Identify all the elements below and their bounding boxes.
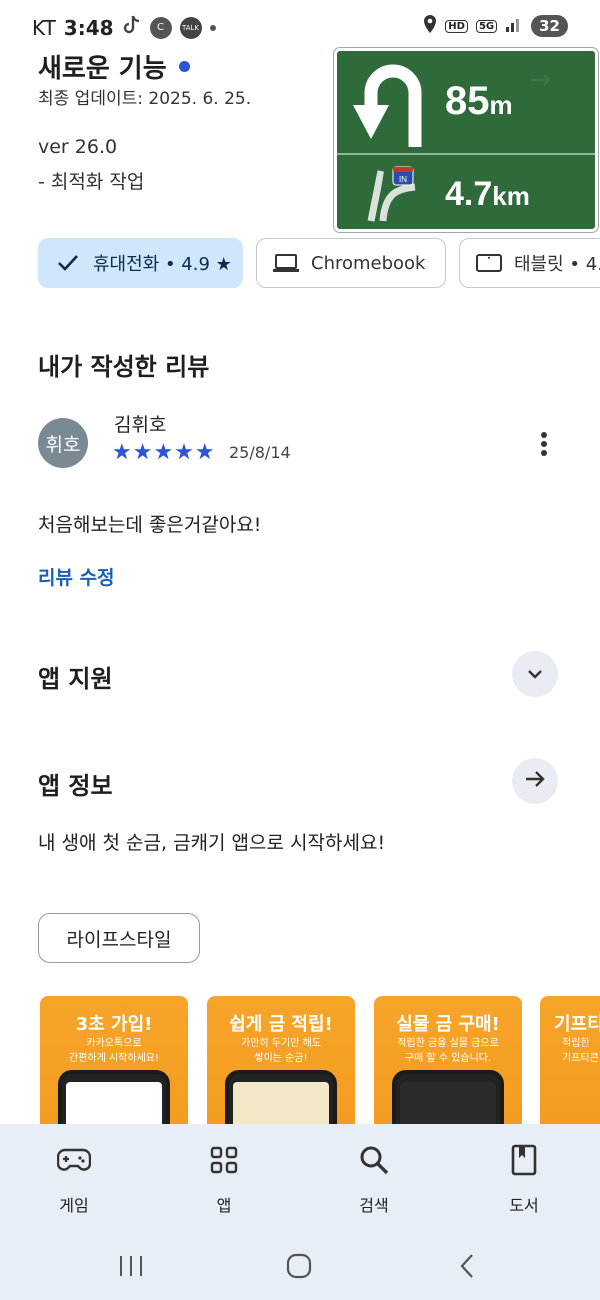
screenshot-subtitle-line: 적립한 금을 실물 금으로	[397, 1038, 499, 1049]
next-turn-distance: 85m	[445, 79, 513, 124]
screenshot-subtitle: 적립한기프티콘	[540, 1036, 600, 1066]
status-left: KT 3:48 C TALK	[32, 14, 216, 41]
nav-next-turn: → 85m	[337, 51, 595, 155]
review-text: 처음해보는데 좋은거같아요!	[38, 514, 262, 536]
screenshot-title: 실물 금 구매!	[396, 1014, 500, 1035]
screenshot-subtitle-line: 쌓이는 순금!	[254, 1053, 308, 1064]
navigation-overlay[interactable]: → 85m IN 4.7km	[334, 48, 598, 232]
laptop-icon	[273, 251, 299, 275]
screenshot-subtitle-line: 카카오톡으로	[86, 1038, 142, 1049]
screenshot-subtitle-line: 간편하게 시작하세요!	[69, 1053, 159, 1064]
device-chip-chromebook-label: Chromebook	[311, 252, 426, 274]
carrier-label: KT	[32, 15, 56, 40]
recent-apps-icon[interactable]	[111, 1248, 151, 1284]
device-chip-phone-label: 휴대전화 • 4.9 ★	[93, 254, 232, 275]
screenshot-title: 기프티	[554, 1014, 600, 1035]
screenshot-card[interactable]: 쉽게 금 적립! 가만히 두기만 해도쌓이는 순금!	[207, 996, 355, 1136]
app-support-title[interactable]: 앱 지원	[38, 659, 113, 694]
nav-arrow-right-icon: →	[529, 65, 551, 95]
road-badge-text: IN	[399, 175, 407, 184]
reviewer-name: 김휘호	[114, 414, 167, 436]
clock-time: 3:48	[63, 15, 114, 40]
review-date: 25/8/14	[229, 443, 291, 462]
category-chip[interactable]: 라이프스타일	[38, 913, 200, 963]
whats-new-label: 새로운 기능	[38, 54, 167, 84]
screenshot-title: 쉽게 금 적립!	[229, 1014, 333, 1035]
screenshot-card[interactable]: 기프티 적립한기프티콘	[540, 996, 600, 1136]
app-description: 내 생애 첫 순금, 금캐기 앱으로 시작하세요!	[38, 832, 386, 854]
screenshot-card[interactable]: 실물 금 구매! 적립한 금을 실물 금으로구매 할 수 있습니다.	[374, 996, 522, 1136]
notification-dot-icon	[209, 24, 216, 31]
nav-tab-search-label: 검색	[359, 1196, 389, 1215]
remaining-distance-unit: km	[492, 181, 530, 211]
device-chip-chromebook[interactable]: Chromebook	[256, 238, 446, 288]
battery-indicator: 32	[531, 15, 568, 37]
c-app-icon: C	[149, 16, 172, 39]
remaining-distance: 4.7km	[445, 175, 530, 214]
search-icon	[324, 1140, 424, 1180]
screenshot-card[interactable]: 3초 가입! 카카오톡으로간편하게 시작하세요!	[40, 996, 188, 1136]
nav-tab-books[interactable]: 도서	[474, 1140, 574, 1216]
edit-review-link[interactable]: 리뷰 수정	[38, 563, 115, 590]
location-icon	[423, 14, 437, 38]
next-turn-distance-value: 85	[445, 79, 490, 123]
device-chip-phone[interactable]: 휴대전화 • 4.9 ★	[38, 238, 243, 288]
screenshot-subtitle: 가만히 두기만 해도쌓이는 순금!	[207, 1036, 355, 1066]
system-navigation-bar	[0, 1230, 600, 1300]
check-icon	[55, 251, 81, 275]
screenshot-title: 3초 가입!	[75, 1014, 153, 1035]
whats-new-title: 새로운 기능	[38, 48, 190, 85]
avatar: 휘호	[38, 418, 88, 468]
nav-tab-games-label: 게임	[59, 1196, 89, 1215]
device-chip-tablet-label: 태블릿 • 4.8	[514, 254, 600, 275]
signal-icon	[505, 16, 523, 36]
kakaotalk-icon: TALK	[179, 16, 202, 39]
nav-tab-books-label: 도서	[509, 1196, 539, 1215]
app-support-expand-button[interactable]	[512, 651, 558, 697]
app-info-arrow-button[interactable]	[512, 758, 558, 804]
network-5g-icon: 5G	[475, 19, 498, 33]
screenshot-subtitle: 카카오톡으로간편하게 시작하세요!	[40, 1036, 188, 1066]
screenshot-subtitle-line: 적립한	[562, 1038, 590, 1049]
tiktok-icon	[122, 14, 142, 41]
screenshot-subtitle-line: 구매 할 수 있습니다.	[404, 1053, 492, 1064]
home-icon[interactable]	[279, 1248, 319, 1284]
chevron-down-icon	[526, 665, 544, 684]
remaining-distance-value: 4.7	[445, 175, 493, 213]
release-note-text: - 최적화 작업	[38, 171, 145, 193]
screenshot-subtitle: 적립한 금을 실물 금으로구매 할 수 있습니다.	[374, 1036, 522, 1066]
nav-tab-apps-label: 앱	[216, 1196, 232, 1215]
star-rating: ★★★★★	[112, 440, 216, 465]
screenshot-subtitle-line: 기프티콘	[562, 1053, 599, 1064]
nav-tab-apps[interactable]: 앱	[174, 1140, 274, 1216]
version-text: ver 26.0	[38, 136, 118, 158]
new-indicator-dot	[178, 61, 190, 72]
hd-voice-icon: HD	[445, 19, 468, 33]
more-options-icon[interactable]	[532, 428, 556, 460]
highway-exit-icon: IN	[363, 163, 427, 227]
nav-tab-search[interactable]: 검색	[324, 1140, 424, 1216]
device-chip-tablet[interactable]: 태블릿 • 4.8	[459, 238, 600, 288]
back-icon[interactable]	[447, 1248, 487, 1284]
arrow-right-icon	[524, 769, 546, 793]
my-review-title: 내가 작성한 리뷰	[38, 353, 210, 381]
book-icon	[474, 1140, 574, 1180]
screenshot-subtitle-line: 가만히 두기만 해도	[241, 1038, 321, 1049]
status-right: HD 5G 32	[423, 14, 568, 38]
gamepad-icon	[24, 1140, 124, 1180]
tablet-icon	[476, 251, 502, 275]
nav-tab-games[interactable]: 게임	[24, 1140, 124, 1216]
last-updated-text: 최종 업데이트: 2025. 6. 25.	[38, 89, 252, 109]
next-turn-distance-unit: m	[489, 90, 513, 120]
app-info-title[interactable]: 앱 정보	[38, 766, 113, 801]
apps-grid-icon	[174, 1140, 274, 1180]
u-turn-icon	[349, 57, 431, 153]
